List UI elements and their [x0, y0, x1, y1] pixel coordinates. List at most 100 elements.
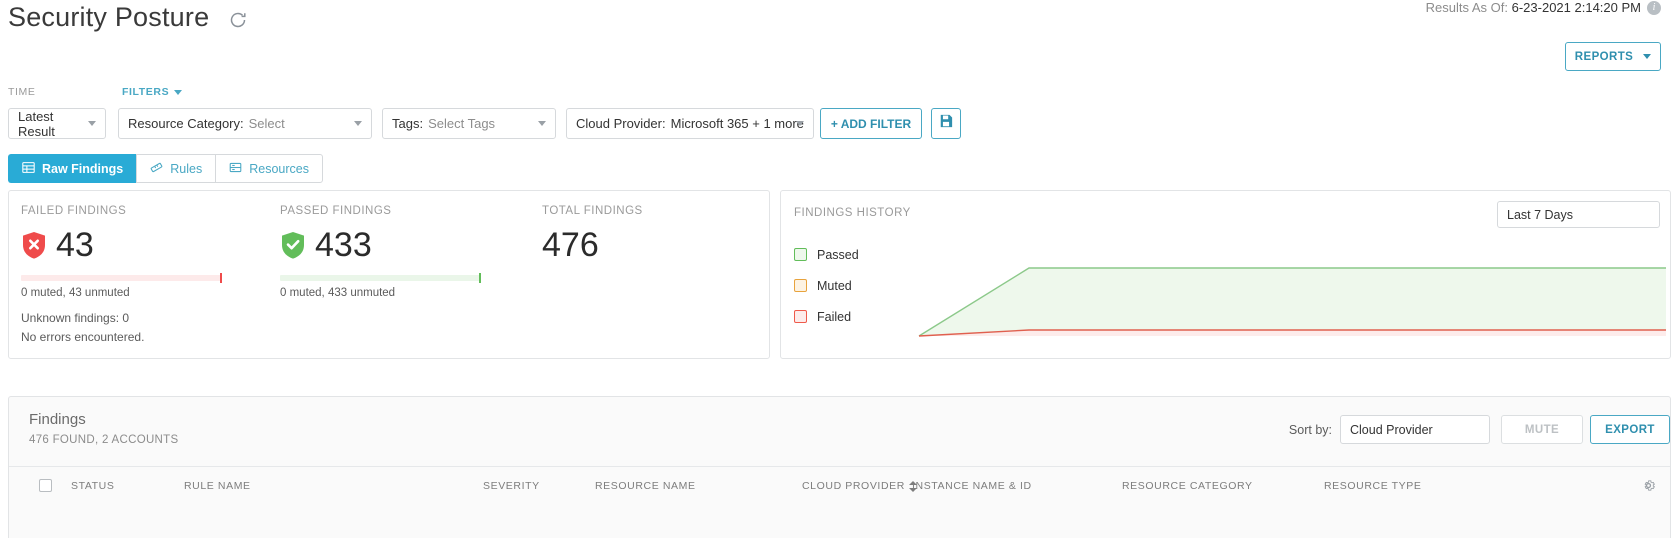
export-button-label: EXPORT	[1605, 423, 1655, 436]
cloud-provider-select[interactable]: Cloud Provider: Microsoft 365 + 1 more	[566, 108, 814, 139]
failed-findings-meter	[21, 273, 222, 283]
chevron-down-icon	[354, 121, 362, 126]
unknown-findings-note: Unknown findings: 0	[21, 311, 130, 325]
results-as-of-value: 6-23-2021 2:14:20 PM	[1511, 0, 1641, 15]
resource-category-value: Select	[248, 116, 285, 131]
tags-label: Tags:	[392, 116, 424, 131]
export-button[interactable]: EXPORT	[1590, 415, 1670, 444]
legend-item-muted[interactable]: Muted	[794, 270, 859, 301]
column-header-status[interactable]: STATUS	[71, 480, 114, 492]
chevron-down-icon	[174, 89, 183, 95]
column-header-resource-name[interactable]: RESOURCE NAME	[595, 480, 696, 492]
grid-icon	[22, 161, 35, 177]
resource-category-select[interactable]: Resource Category: Select	[118, 108, 372, 139]
card-footnotes: Unknown findings: 0 No errors encountere…	[21, 309, 144, 346]
time-select-value: Latest Result	[18, 108, 55, 139]
tab-raw-findings-label: Raw Findings	[42, 161, 124, 176]
results-as-of-label: Results As Of:	[1425, 0, 1508, 15]
findings-history-chart	[918, 267, 1666, 337]
legend-swatch-muted	[794, 279, 807, 292]
chevron-down-icon	[538, 121, 546, 126]
time-select[interactable]: Latest Result	[8, 108, 106, 139]
tab-resources[interactable]: Resources	[215, 154, 323, 183]
column-header-rule-name[interactable]: RULE NAME	[184, 480, 251, 492]
tags-select[interactable]: Tags: Select Tags	[382, 108, 556, 139]
shield-check-icon	[280, 231, 306, 260]
sort-by-value: Cloud Provider	[1350, 422, 1433, 437]
filter-bar: Latest Result Resource Category: Select …	[0, 108, 1679, 139]
results-as-of: Results As Of: 6-23-2021 2:14:20 PM	[1426, 0, 1641, 15]
column-header-cloud-provider-label: CLOUD PROVIDER	[802, 480, 905, 492]
failed-findings-card: FAILED FINDINGS 43 0 muted, 43 unmuted	[21, 205, 271, 299]
add-filter-button-label: + ADD FILTER	[830, 116, 912, 131]
tab-raw-findings[interactable]: Raw Findings	[8, 154, 137, 183]
failed-findings-value: 43	[56, 226, 94, 264]
cloud-provider-value: Microsoft 365 + 1 more	[670, 116, 804, 131]
column-header-resource-category[interactable]: RESOURCE CATEGORY	[1122, 480, 1253, 492]
legend-label-failed: Failed	[817, 309, 852, 324]
summary-cards-panel: FAILED FINDINGS 43 0 muted, 43 unmuted P…	[8, 190, 770, 359]
info-icon[interactable]: i	[1647, 1, 1661, 15]
findings-subtitle: 476 FOUND, 2 ACCOUNTS	[29, 434, 179, 446]
mute-button[interactable]: MUTE	[1501, 415, 1583, 444]
findings-table-header: STATUS RULE NAME SEVERITY RESOURCE NAME …	[9, 466, 1670, 506]
sort-by-select[interactable]: Cloud Provider	[1340, 415, 1490, 444]
failed-findings-label: FAILED FINDINGS	[21, 205, 127, 217]
errors-note: No errors encountered.	[21, 329, 145, 344]
total-findings-card: TOTAL FINDINGS 476	[542, 205, 762, 266]
tab-rules[interactable]: Rules	[136, 154, 216, 183]
column-header-cloud-provider[interactable]: CLOUD PROVIDER	[802, 480, 917, 492]
passed-meter-tick	[479, 273, 481, 283]
passed-findings-meter	[280, 273, 481, 283]
filters-toggle-label: FILTERS	[122, 86, 170, 98]
legend-label-muted: Muted	[817, 278, 852, 293]
save-filter-button[interactable]	[931, 108, 961, 139]
reports-button[interactable]: REPORTS	[1565, 42, 1661, 71]
findings-title: Findings	[29, 411, 86, 428]
chart-area-passed	[919, 268, 1666, 336]
resource-category-label: Resource Category:	[128, 116, 244, 131]
legend-swatch-failed	[794, 310, 807, 323]
passed-findings-sub: 0 muted, 433 unmuted	[280, 287, 396, 299]
chevron-down-icon	[1643, 54, 1652, 59]
refresh-icon[interactable]	[228, 10, 248, 30]
tab-rules-label: Rules	[170, 161, 203, 176]
reports-button-label: REPORTS	[1574, 50, 1634, 63]
view-tabs: Raw Findings Rules Resources	[8, 154, 323, 183]
shield-x-icon	[21, 231, 47, 260]
column-header-instance-name-id[interactable]: INSTANCE NAME & ID	[912, 480, 1032, 492]
sort-by-label: Sort by:	[1288, 423, 1332, 437]
chart-area-failed	[919, 330, 1666, 336]
total-findings-label: TOTAL FINDINGS	[542, 205, 643, 217]
legend-swatch-passed	[794, 248, 807, 261]
findings-history-title: FINDINGS HISTORY	[794, 207, 911, 219]
chevron-down-icon	[88, 121, 96, 126]
mute-button-label: MUTE	[1524, 423, 1560, 436]
legend-label-passed: Passed	[817, 247, 859, 262]
gear-icon[interactable]	[1641, 478, 1656, 493]
filters-toggle[interactable]: FILTERS	[122, 86, 183, 98]
findings-history-panel: FINDINGS HISTORY Last 7 Days Passed Mute…	[780, 190, 1671, 359]
resource-icon	[229, 161, 242, 177]
legend-item-passed[interactable]: Passed	[794, 239, 859, 270]
save-icon	[939, 114, 953, 133]
total-findings-value: 476	[542, 226, 599, 264]
add-filter-button[interactable]: + ADD FILTER	[820, 108, 922, 139]
rule-icon	[150, 161, 163, 177]
chevron-down-icon	[796, 121, 804, 126]
passed-findings-label: PASSED FINDINGS	[280, 205, 392, 217]
legend-item-failed[interactable]: Failed	[794, 301, 859, 332]
select-all-checkbox[interactable]	[39, 479, 52, 492]
failed-meter-tick	[220, 273, 222, 283]
cloud-provider-label: Cloud Provider:	[576, 116, 666, 131]
column-header-resource-type[interactable]: RESOURCE TYPE	[1324, 480, 1421, 492]
chart-legend: Passed Muted Failed	[794, 239, 859, 332]
passed-findings-value: 433	[315, 226, 372, 264]
tab-resources-label: Resources	[249, 161, 309, 176]
column-header-severity[interactable]: SEVERITY	[483, 480, 540, 492]
passed-findings-card: PASSED FINDINGS 433 0 muted, 433 unmuted	[280, 205, 530, 299]
page-title: Security Posture	[8, 2, 210, 32]
failed-findings-sub: 0 muted, 43 unmuted	[21, 287, 130, 299]
security-posture-page: Security Posture Results As Of: 6-23-202…	[0, 0, 1679, 538]
findings-panel: Findings 476 FOUND, 2 ACCOUNTS Sort by: …	[8, 396, 1671, 538]
